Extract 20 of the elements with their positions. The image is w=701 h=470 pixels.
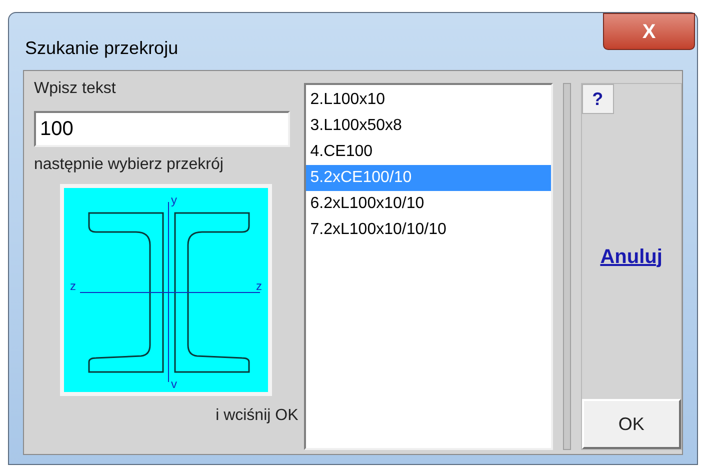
help-button[interactable]: ? — [582, 84, 614, 114]
axis-label: z — [70, 280, 76, 292]
list-item[interactable]: 2.L100x10 — [306, 87, 551, 113]
list-item[interactable]: 7.2xL100x10/10/10 — [306, 217, 551, 243]
close-button[interactable]: X — [603, 13, 695, 50]
instruction-text: i wciśnij OK — [216, 406, 298, 426]
window-title: Szukanie przekroju — [25, 37, 178, 60]
axis-label: y — [171, 194, 177, 206]
hint-text: następnie wybierz przekrój — [34, 155, 224, 175]
axis-label: v — [171, 378, 177, 390]
axis-label: z — [256, 280, 262, 292]
section-list[interactable]: 2.L100x10 3.L100x50x8 4.CE100 5.2xCE100/10 6.2xL100x10/10 7.2xL100x10/10/10 — [304, 83, 553, 450]
cancel-link[interactable]: Anuluj — [600, 242, 662, 272]
list-item[interactable]: 3.L100x50x8 — [306, 113, 551, 139]
list-item[interactable]: 4.CE100 — [306, 139, 551, 165]
ok-button[interactable]: OK — [582, 399, 681, 449]
list-item[interactable]: 6.2xL100x10/10 — [306, 191, 551, 217]
search-label: Wpisz tekst — [34, 79, 117, 99]
search-field[interactable]: 100 — [34, 111, 290, 147]
splitter-bar[interactable] — [562, 83, 571, 450]
